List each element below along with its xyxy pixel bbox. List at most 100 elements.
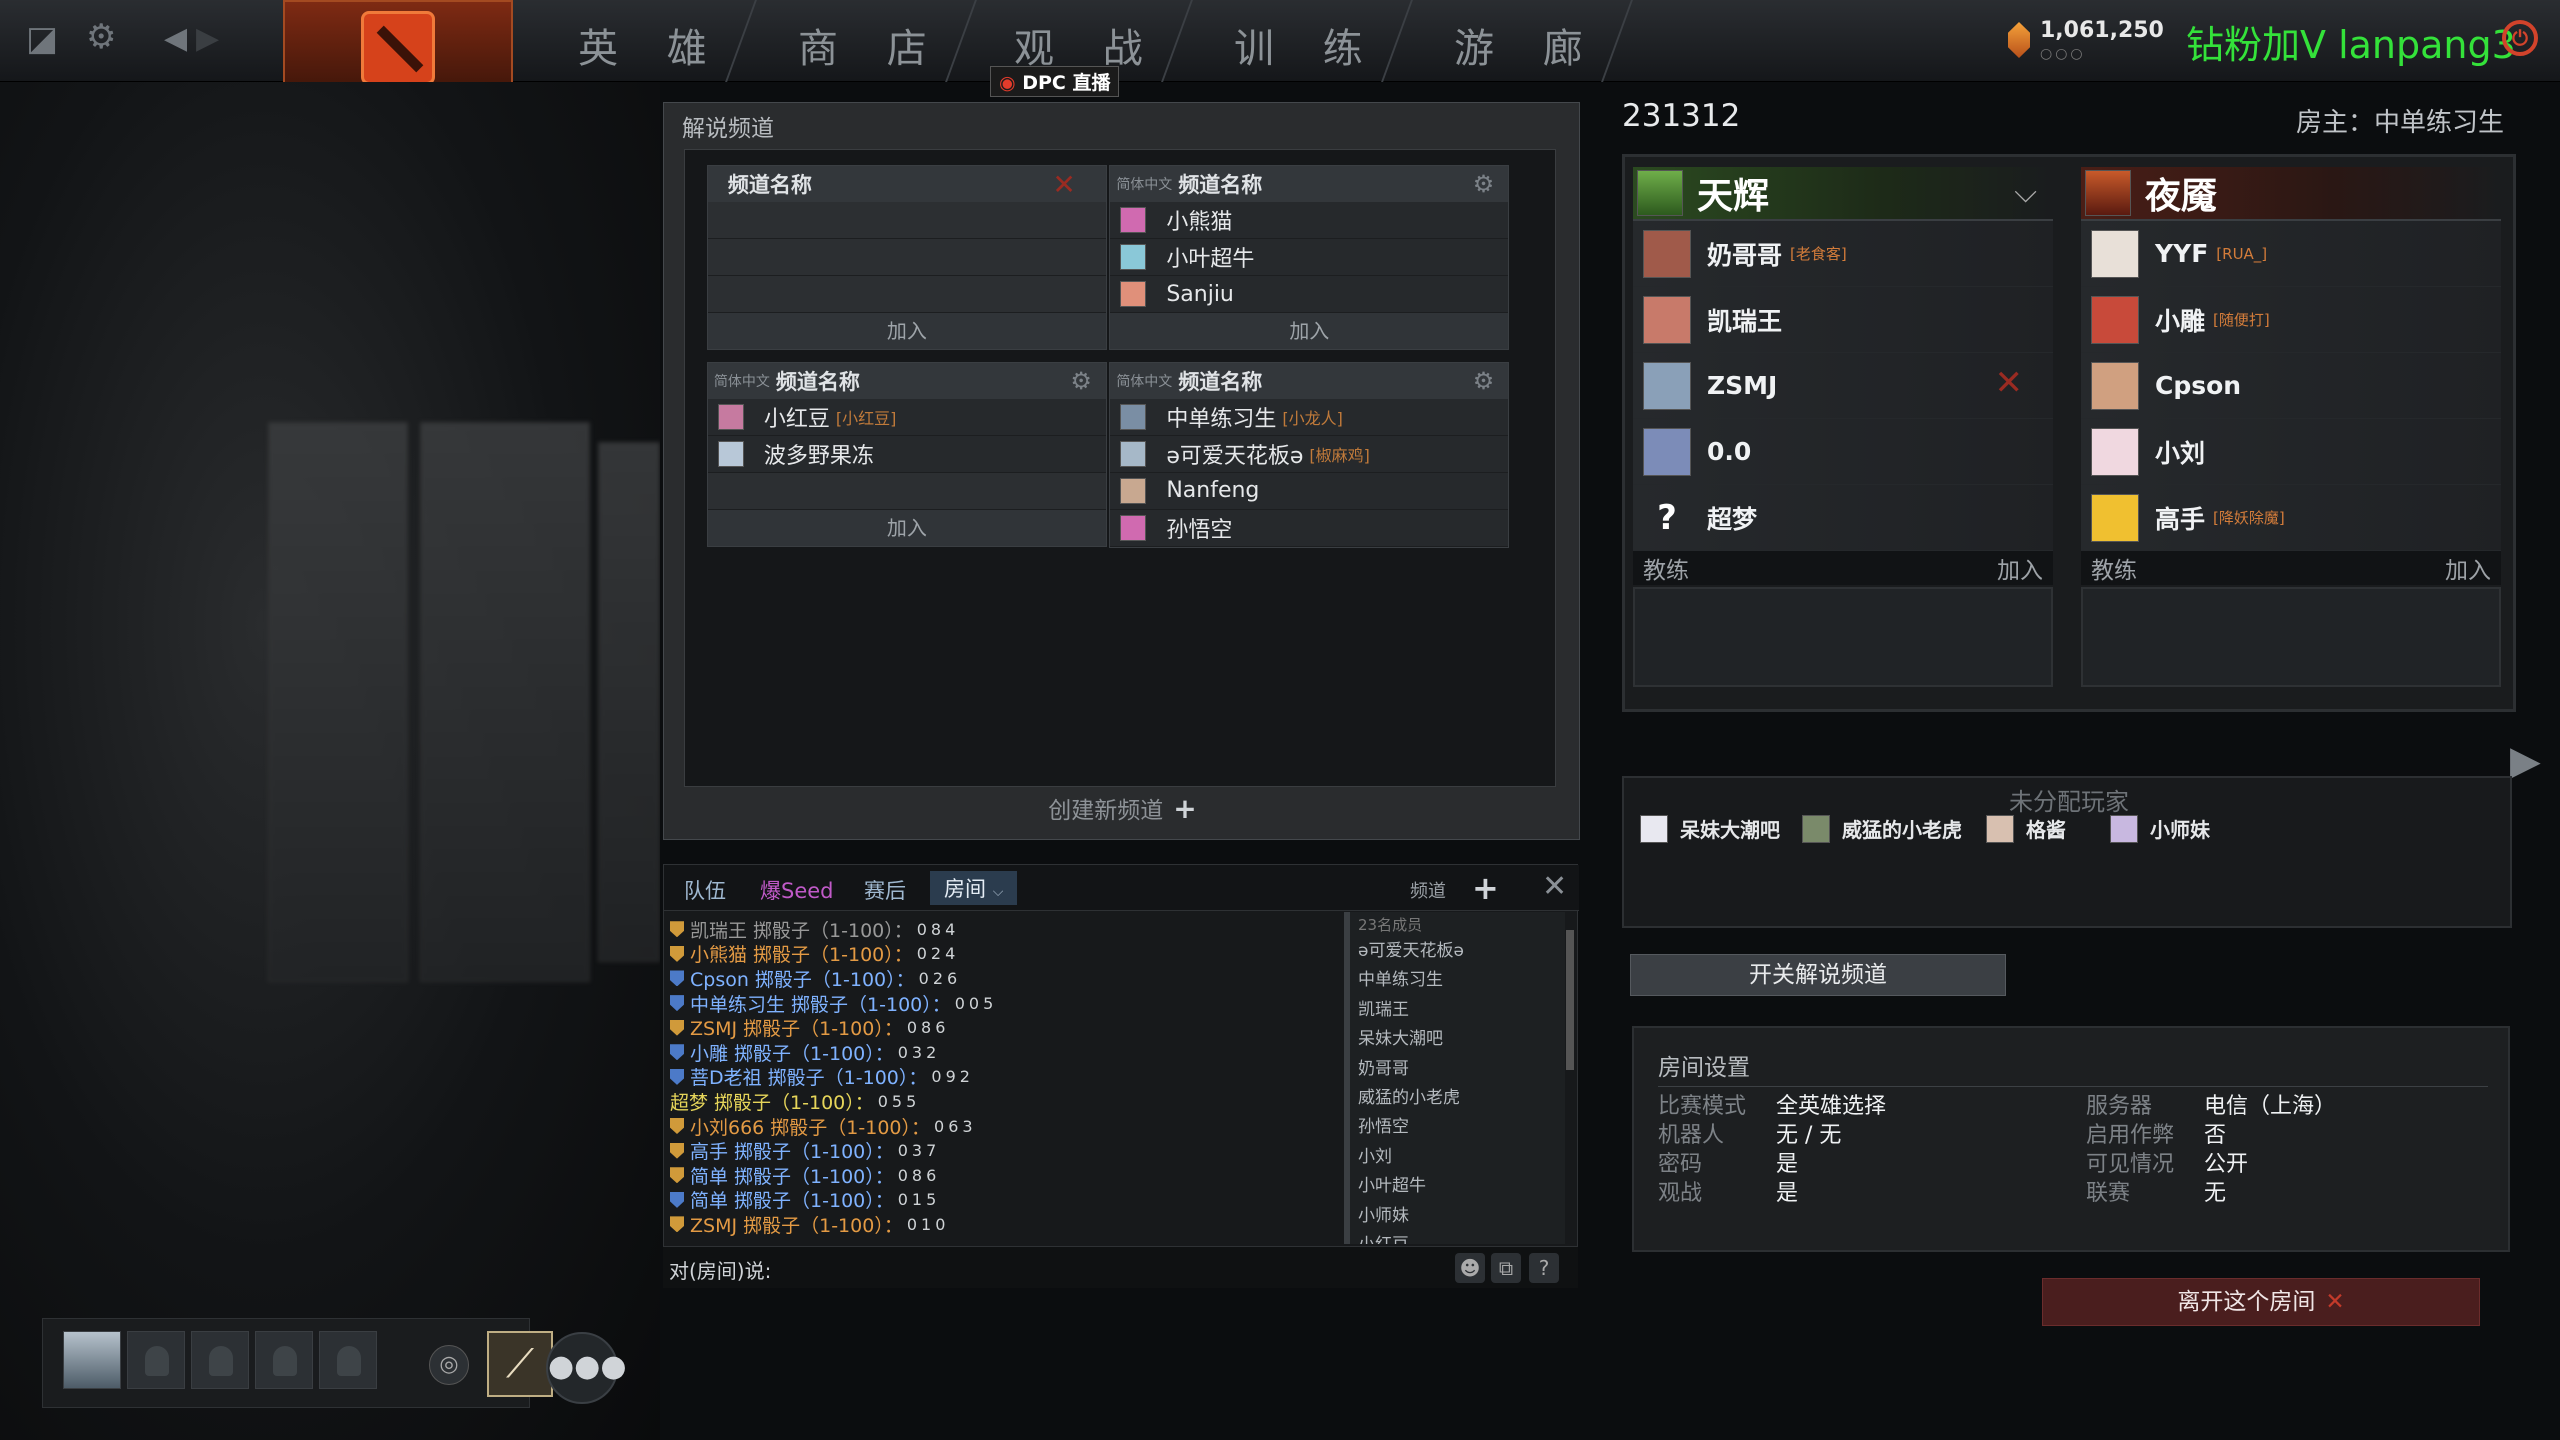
dota-logo-icon (361, 11, 435, 85)
player-slot[interactable]: 小刘 (2081, 419, 2501, 485)
rank-shield-icon (670, 1044, 684, 1061)
player-slot[interactable]: 高手 [降妖除魔] (2081, 485, 2501, 551)
help-icon[interactable]: ? (1529, 1253, 1559, 1283)
channel-join-button[interactable]: 加入 (707, 313, 1106, 350)
radiant-coach-bar: 教练 加入 (1633, 551, 2053, 585)
back-arrow-icon[interactable]: ◀ (164, 22, 187, 56)
nav-divider (1601, 0, 1633, 82)
setting-label: 启用作弊 (2086, 1123, 2175, 1148)
radiant-coach-slot[interactable] (1633, 587, 2053, 687)
dice-result: 032 (897, 1042, 941, 1062)
party-avatar[interactable] (63, 1331, 121, 1389)
party-empty-slot[interactable] (319, 1331, 377, 1389)
player-name: 小雕 (2155, 306, 2206, 336)
promo-overlay-text: 钻粉加V lanpang3 (2186, 23, 2516, 67)
toggle-broadcast-button[interactable]: 开关解说频道 (1630, 954, 2006, 996)
player-slot[interactable]: 0.0 (1633, 419, 2053, 485)
tab-postgame[interactable]: 赛后 (864, 875, 906, 905)
avatar (1120, 403, 1147, 430)
party-empty-slot[interactable] (191, 1331, 249, 1389)
member-list-item[interactable]: 呆妹大潮吧 (1350, 1025, 1565, 1054)
member-list-item[interactable]: 孙悟空 (1350, 1113, 1565, 1142)
avatar (1643, 295, 1691, 344)
close-icon[interactable]: ✕ (1052, 168, 1075, 201)
channel-join-button[interactable]: 加入 (707, 509, 1106, 546)
gear-icon[interactable]: ⚙ (1473, 170, 1495, 198)
player-slot[interactable]: 奶哥哥 [老食客] (1633, 221, 2053, 287)
rank-medal-icon[interactable]: ⟋ (487, 1331, 553, 1397)
power-icon[interactable]: ⏻ (2502, 20, 2538, 56)
channel-card: 简体中文 频道名称 ⚙ 中单练习生 [小龙人] ə可爱天花板ə [椒麻鸡] Nanfeng 孙悟… (1109, 361, 1510, 548)
chat-input-bar[interactable]: 对(房间)说: ☻ ⧉ ? (663, 1246, 1578, 1288)
unassigned-player[interactable]: 呆妹大潮吧 (1640, 814, 1780, 843)
nav-heroes[interactable]: 英 雄 (578, 16, 725, 74)
leave-lobby-button[interactable]: 离开这个房间 ✕ (2042, 1278, 2480, 1326)
lobby-id: 231312 (1622, 98, 1741, 134)
member-name: 波多野果冻 (763, 443, 874, 469)
dire-header[interactable]: 夜魇 (2081, 167, 2501, 221)
unassigned-player[interactable]: 格酱 (1986, 814, 2066, 843)
add-channel-icon[interactable]: + (1472, 869, 1499, 907)
player-slot[interactable]: Cpson (2081, 353, 2501, 419)
member-list-item[interactable]: 小刘 (1350, 1143, 1565, 1172)
player-name: 小师妹 (2150, 818, 2210, 842)
party-empty-slot[interactable] (127, 1331, 185, 1389)
member-list-item[interactable]: 小红豆 (1350, 1231, 1565, 1244)
gear-icon[interactable]: ⚙ (1070, 367, 1092, 395)
avatar (1802, 814, 1830, 843)
friends-icon[interactable]: ●●● (546, 1332, 627, 1404)
chat-message-text: ZSMJ 掷骰子（1-100）： (690, 1018, 903, 1041)
create-channel-button[interactable]: 创建新频道 + (664, 791, 1581, 825)
member-list-item[interactable]: 凯瑞王 (1350, 996, 1565, 1025)
avatar (2091, 295, 2139, 344)
avatar (1643, 361, 1691, 410)
nav-store[interactable]: 商 店 (798, 16, 945, 74)
unassigned-player[interactable]: 小师妹 (2110, 814, 2210, 843)
member-list-item[interactable]: 小叶超牛 (1350, 1172, 1565, 1201)
coach-join-button[interactable]: 加入 (1997, 551, 2043, 585)
expand-arrow-icon[interactable]: ▶ (2510, 738, 2541, 784)
forward-arrow-icon[interactable]: ▶ (196, 22, 219, 56)
member-list-item[interactable]: 威猛的小老虎 (1350, 1084, 1565, 1113)
player-slot[interactable]: 凯瑞王 (1633, 287, 2053, 353)
tab-seed[interactable]: 爆Seed (760, 875, 834, 905)
channel-name: 频道名称 (727, 173, 812, 198)
nav-learn[interactable]: 训 练 (1234, 16, 1381, 74)
member-name: 小熊猫 (1166, 210, 1233, 236)
party-empty-slot[interactable] (255, 1331, 313, 1389)
gear-icon[interactable]: ⚙ (86, 20, 116, 54)
player-slot[interactable]: YYF [RUA_] (2081, 221, 2501, 287)
coach-join-button[interactable]: 加入 (2445, 551, 2491, 585)
tab-lobby[interactable]: 房间 ⌵ (930, 871, 1018, 905)
close-icon[interactable]: ✕ (1542, 869, 1567, 904)
kick-icon[interactable]: ✕ (1995, 363, 2024, 403)
member-list-item[interactable]: 中单练习生 (1350, 966, 1565, 995)
setting-row: 机器人 无 / 无 (1658, 1117, 1841, 1149)
scrollbar[interactable] (1566, 930, 1574, 1070)
member-list-item[interactable]: ə可爱天花板ə (1350, 937, 1565, 966)
channel-join-button[interactable]: 加入 (1110, 313, 1509, 350)
player-slot[interactable]: 小雕 [随便打] (2081, 287, 2501, 353)
nav-arcade[interactable]: 游 廊 (1454, 16, 1601, 74)
member-list-item[interactable]: 奶哥哥 (1350, 1055, 1565, 1084)
emoji-icon[interactable]: ☻ (1455, 1253, 1485, 1283)
gear-icon[interactable]: ⚙ (1473, 367, 1495, 395)
player-slot[interactable]: ? 超梦 (1633, 485, 2053, 551)
channel-label[interactable]: 频道 (1410, 877, 1446, 903)
radiant-header[interactable]: 天辉 ⌵ (1633, 167, 2053, 221)
unassigned-player[interactable]: 威猛的小老虎 (1802, 814, 1962, 843)
nav-divider (725, 0, 757, 82)
dire-coach-bar: 教练 加入 (2081, 551, 2501, 585)
member-list-item[interactable]: 小师妹 (1350, 1202, 1565, 1231)
tab-team[interactable]: 队伍 (684, 875, 726, 905)
setting-value: 无 / 无 (1776, 1123, 1842, 1148)
emoticon-picker-icon[interactable]: ⧉ (1491, 1253, 1521, 1283)
dpc-live-badge[interactable]: ◉ DPC 直播 (990, 66, 1120, 97)
dire-coach-slot[interactable] (2081, 587, 2501, 687)
dashboard-icon[interactable]: ◪ (26, 22, 58, 56)
chevron-down-icon[interactable]: ⌵ (2014, 175, 2037, 210)
voice-chat-icon[interactable]: ◎ (429, 1345, 469, 1385)
player-slot[interactable]: ZSMJ ✕ (1633, 353, 2053, 419)
member-name: ə可爱天花板ə (1166, 443, 1304, 469)
setting-row: 观战 是 (1658, 1175, 1798, 1207)
